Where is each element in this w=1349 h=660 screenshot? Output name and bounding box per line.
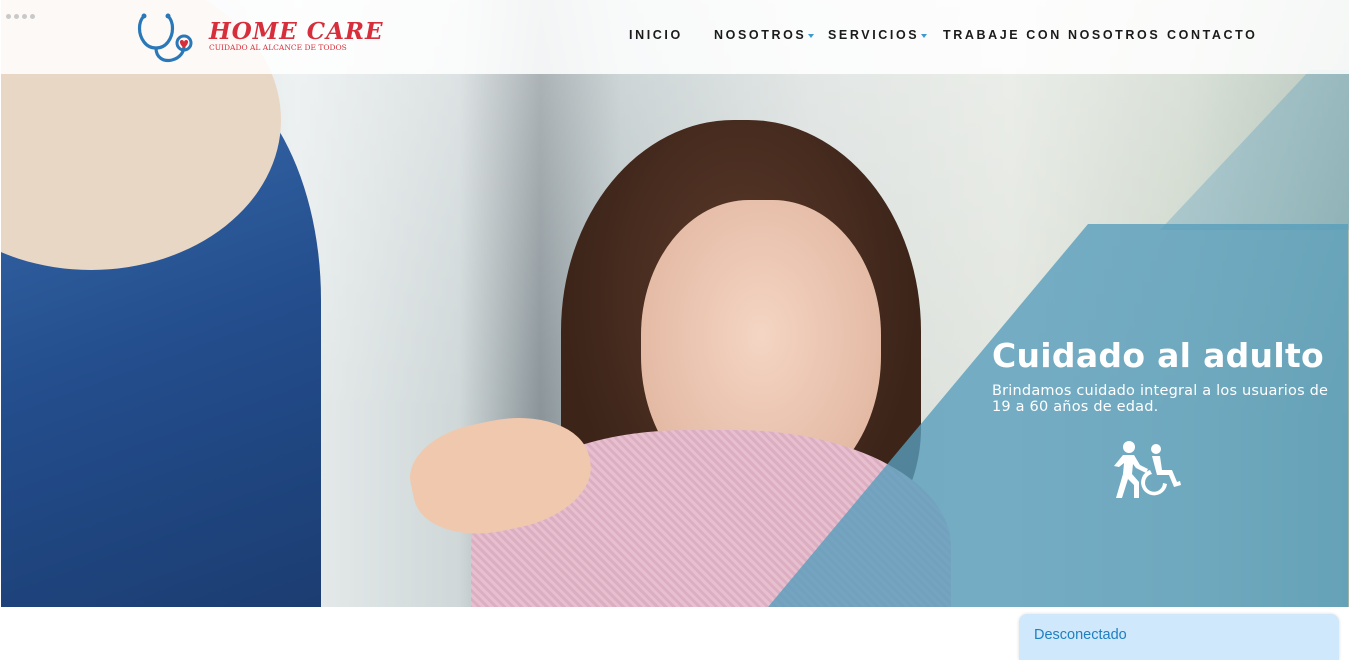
- nav-item-trabaje-con-nosotros[interactable]: TRABAJE CON NOSOTROS: [943, 28, 1160, 42]
- slider-dot[interactable]: [22, 14, 27, 19]
- nav-item-label: SERVICIOS: [828, 28, 920, 42]
- slider-dot[interactable]: [30, 14, 35, 19]
- stethoscope-heart-icon: [137, 13, 193, 63]
- nav-item-label: CONTACTO: [1167, 28, 1258, 42]
- nav-item-inicio[interactable]: INICIO: [629, 28, 683, 42]
- logo-title: HOME CARE: [209, 18, 384, 45]
- nav-item-label: TRABAJE CON NOSOTROS: [943, 28, 1161, 42]
- chevron-down-icon: [921, 33, 928, 38]
- nav-item-contacto[interactable]: CONTACTO: [1167, 28, 1257, 42]
- nav-item-nosotros[interactable]: NOSOTROS: [714, 28, 815, 42]
- chat-widget[interactable]: Desconectado: [1019, 614, 1339, 660]
- caregiver-wheelchair-icon: [1114, 441, 1181, 498]
- nav-item-servicios[interactable]: SERVICIOS: [828, 28, 928, 42]
- slider-dot[interactable]: [6, 14, 11, 19]
- nav-item-label: INICIO: [629, 28, 683, 42]
- nurse-figure: [1, 0, 321, 607]
- slide-title: Cuidado al adulto: [992, 336, 1325, 375]
- chat-status: Desconectado: [1034, 627, 1127, 643]
- slide-caption: Cuidado al adulto Brindamos cuidado inte…: [992, 336, 1332, 415]
- header-bar: HOME CARE CUIDADO AL ALCANCE DE TODOS IN…: [1, 0, 1349, 74]
- slider-dot[interactable]: [14, 14, 19, 19]
- nav-item-label: NOSOTROS: [714, 28, 807, 42]
- logo-tagline: CUIDADO AL ALCANCE DE TODOS: [209, 43, 347, 52]
- site-logo[interactable]: HOME CARE CUIDADO AL ALCANCE DE TODOS: [136, 12, 383, 64]
- chevron-down-icon: [808, 33, 815, 38]
- slider-dots: [6, 6, 38, 24]
- slide-description: Brindamos cuidado integral a los usuario…: [992, 383, 1329, 415]
